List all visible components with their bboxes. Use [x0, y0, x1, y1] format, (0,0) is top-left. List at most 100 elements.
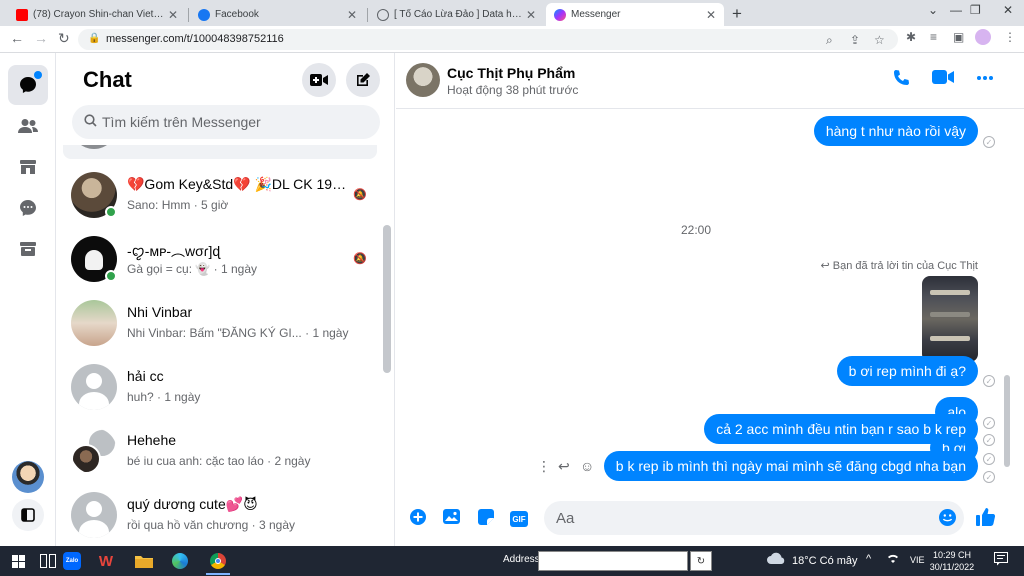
conversation-list: 💔Gom Key&Std💔 🎉DL CK 19/… Sano: Hmm · 5 … [57, 145, 383, 546]
new-tab-icon[interactable]: + [732, 4, 742, 24]
cloud-icon [766, 552, 786, 568]
add-icon[interactable] [410, 509, 426, 530]
message-bubble[interactable]: cả 2 acc mình đều ntin bạn r sao b k rep [704, 414, 978, 444]
minimize-icon[interactable]: — [950, 3, 962, 17]
gif-icon[interactable]: GIF [510, 511, 528, 527]
chat-list-scrollbar[interactable] [383, 225, 391, 373]
globe-icon [377, 8, 389, 21]
message-requests-icon[interactable] [8, 188, 48, 228]
profile-avatar-icon[interactable] [975, 29, 991, 45]
side-panel-icon[interactable]: ▣ [953, 30, 964, 44]
input-language[interactable]: VIE [910, 555, 925, 565]
thumbs-up-icon[interactable] [976, 507, 996, 533]
profile-avatar[interactable] [8, 457, 48, 497]
browser-tab-strip: (78) Crayon Shin-chan Vietsub: M ✕ Faceb… [0, 0, 1024, 26]
list-item-mp-world[interactable]: -ꨄ︎-ᴍᴘ-︵ᴡσɾ]ɖ Gà gọi = cụ: 👻 · 1 ngày 🔕 [63, 228, 377, 292]
react-emoji-icon[interactable]: ☺ [580, 458, 594, 474]
tab-search-icon[interactable]: ⌄ [928, 3, 938, 17]
forward-icon[interactable]: → [34, 30, 48, 46]
replied-photo[interactable] [922, 276, 978, 362]
conversation-preview: rồi qua hồ văn chương · 3 ngày [127, 518, 296, 532]
sent-check-icon: ✓ [983, 417, 995, 429]
message-more-icon[interactable]: ⋮ [537, 458, 551, 475]
marketplace-icon[interactable] [8, 147, 48, 187]
close-window-icon[interactable]: ✕ [1003, 3, 1013, 17]
close-tab-icon[interactable]: ✕ [706, 8, 716, 22]
muted-bell-icon[interactable]: 🔕 [353, 252, 367, 265]
conversation-name: -ꨄ︎-ᴍᴘ-︵ᴡσɾ]ɖ [127, 243, 221, 259]
message-bubble[interactable]: b ơi rep mình đi ạ? [836, 356, 978, 386]
unread-dot [34, 71, 42, 79]
audio-call-icon[interactable] [892, 69, 910, 92]
list-item-quy-duong[interactable]: quý dương cute💕😈 rồi qua hồ văn chương ·… [63, 484, 377, 546]
task-view-icon[interactable] [38, 552, 58, 570]
muted-bell-icon[interactable]: 🔕 [353, 188, 367, 201]
share-icon[interactable]: ⇪ [850, 33, 860, 47]
tab-title: Messenger [571, 9, 621, 20]
people-icon[interactable] [8, 106, 48, 146]
collapse-sidebar-icon[interactable] [12, 499, 44, 531]
taskbar-address-input[interactable] [538, 551, 688, 571]
windows-start-icon[interactable] [8, 552, 28, 570]
archive-icon[interactable] [8, 229, 48, 269]
tab-to-cao[interactable]: [ Tố Cáo Lừa Đảo ] Data hệ thống ✕ [369, 3, 544, 26]
tab-youtube[interactable]: (78) Crayon Shin-chan Vietsub: M ✕ [8, 3, 186, 26]
list-item-hai-cc[interactable]: hải cc huh? · 1 ngày [63, 356, 377, 420]
back-icon[interactable]: ← [10, 30, 24, 46]
message-bubble[interactable]: hàng t như nào rồi vậy [813, 116, 978, 146]
menu-dots-icon[interactable]: ⋮ [1004, 30, 1016, 44]
photo-icon[interactable] [443, 509, 460, 529]
notifications-icon[interactable] [994, 552, 1008, 569]
emoji-icon[interactable] [939, 509, 956, 531]
bookmark-star-icon[interactable]: ☆ [874, 33, 885, 47]
reload-icon[interactable]: ↻ [58, 30, 70, 47]
photo-detail [930, 336, 970, 341]
zalo-icon[interactable]: Zalo [62, 552, 82, 570]
close-tab-icon[interactable]: ✕ [526, 8, 536, 22]
close-tab-icon[interactable]: ✕ [168, 8, 178, 22]
contact-avatar[interactable] [406, 63, 440, 97]
tab-messenger[interactable]: Messenger ✕ [546, 3, 724, 26]
sticker-icon[interactable] [478, 509, 494, 530]
close-tab-icon[interactable]: ✕ [347, 8, 357, 22]
youtube-icon [16, 8, 28, 21]
system-clock[interactable]: 10:29 CH 30/11/2022 [924, 549, 980, 573]
list-item-hehehe[interactable]: Hehehe bé iu cua anh: cặc tao láo · 2 ng… [63, 420, 377, 484]
contact-name[interactable]: Cục Thịt Phụ Phẩm [447, 65, 575, 81]
new-message-button[interactable] [346, 63, 380, 97]
reply-icon[interactable]: ↩ [558, 458, 570, 475]
zoom-icon[interactable]: ⌕ [826, 33, 833, 48]
video-room-button[interactable] [302, 63, 336, 97]
avatar [71, 300, 117, 346]
chats-icon[interactable] [8, 65, 48, 105]
address-url: messenger.com/t/100048398752116 [106, 33, 284, 45]
extensions-icon[interactable]: ✱ [906, 30, 916, 44]
message-input[interactable] [556, 501, 926, 535]
group-avatar [71, 428, 117, 474]
list-item-nhi-vinbar[interactable]: Nhi Vinbar Nhi Vinbar: Bấm "ĐĂNG KÝ GI..… [63, 292, 377, 356]
chrome-icon[interactable] [208, 552, 228, 570]
wifi-icon[interactable] [886, 552, 900, 567]
video-call-icon[interactable] [932, 69, 954, 90]
search-input[interactable] [102, 105, 372, 139]
restore-icon[interactable]: ❐ [970, 3, 981, 17]
tab-divider [188, 8, 189, 22]
edge-icon[interactable] [170, 552, 190, 570]
message-bubble[interactable]: b k rep ib mình thì ngày mai mình sẽ đăn… [603, 451, 978, 481]
weather-status[interactable]: 18°C Có mây [792, 555, 858, 567]
address-bar[interactable]: 🔒 messenger.com/t/100048398752116 ⌕ ⇪ ☆ [78, 29, 898, 50]
address-go-icon[interactable]: ↻ [690, 551, 712, 571]
photo-detail [930, 312, 970, 317]
clock-time: 10:29 CH [932, 550, 972, 560]
list-item-gom-key[interactable]: 💔Gom Key&Std💔 🎉DL CK 19/… Sano: Hmm · 5 … [63, 164, 377, 228]
wps-office-icon[interactable]: W [96, 552, 116, 570]
reading-list-icon[interactable]: ≡ [930, 30, 937, 44]
tab-facebook[interactable]: Facebook ✕ [190, 3, 365, 26]
sent-check-icon: ✓ [983, 434, 995, 446]
file-explorer-icon[interactable] [134, 552, 154, 570]
conversation-name: quý dương cute💕😈 [127, 496, 258, 512]
message-scrollbar[interactable] [1004, 375, 1010, 467]
more-options-icon[interactable] [976, 69, 994, 92]
list-item-partial[interactable] [63, 145, 377, 159]
show-hidden-icons-icon[interactable]: ^ [866, 553, 871, 565]
